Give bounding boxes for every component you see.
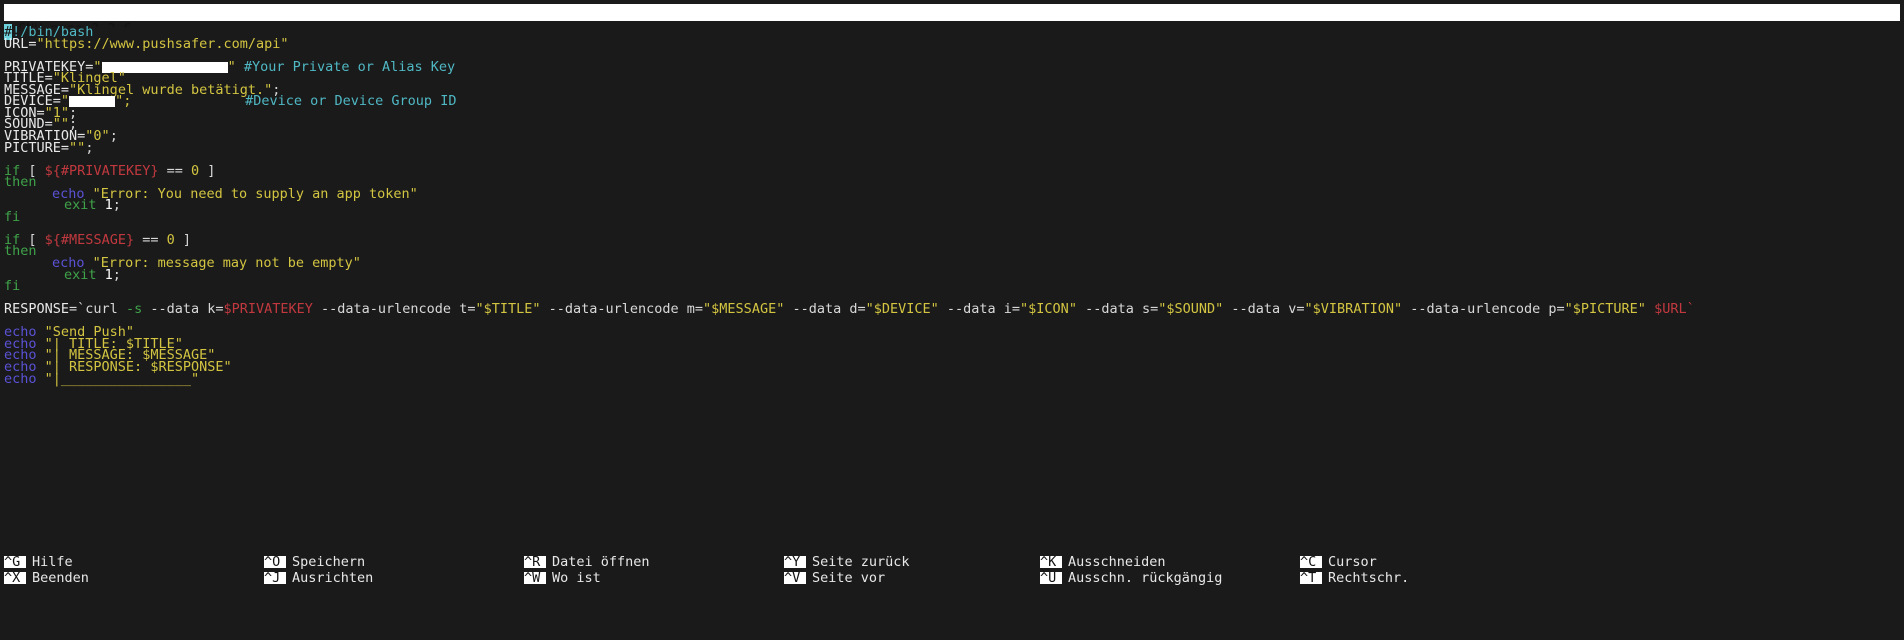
shortcut-key-badge: ^X bbox=[4, 571, 26, 585]
curl-arg-icon: "$ICON" bbox=[1020, 301, 1077, 318]
var-response-name: RESPONSE bbox=[4, 301, 70, 318]
echo-string-token-error: "Error: You need to supply an app token" bbox=[92, 185, 418, 202]
var-url-value: "https://www.pushsafer.com/api" bbox=[36, 35, 289, 52]
privatekey-comment: #Your Private or Alias Key bbox=[243, 58, 456, 75]
keyword-exit-1: exit bbox=[64, 197, 97, 214]
code-line-fi-2: fi bbox=[4, 278, 21, 295]
code-line-echo-error-message: echo "Error: message may not be empty" bbox=[4, 255, 361, 271]
curl-arg-picture: "$PICTURE" bbox=[1564, 301, 1646, 318]
code-line-response-curl: RESPONSE=`curl -s --data k=$PRIVATEKEY -… bbox=[4, 301, 1695, 318]
shortcut-key-badge: ^V bbox=[784, 571, 806, 585]
shortcut-key-badge: ^R bbox=[524, 555, 546, 569]
code-line-picture: PICTURE=""; bbox=[4, 139, 94, 156]
test-var-privatekey-length: ${#PRIVATEKEY} bbox=[44, 162, 159, 179]
privatekey-close-quote: " bbox=[227, 58, 236, 75]
code-line-echo-separator: echo "|________________" bbox=[4, 370, 200, 387]
code-line-exit-2: exit 1; bbox=[64, 266, 121, 283]
curl-flag-silent: -s bbox=[125, 301, 143, 318]
var-picture-value: "" bbox=[69, 139, 86, 156]
shortcut-key-badge: ^T bbox=[1300, 571, 1322, 585]
code-line-then-2: then bbox=[4, 245, 37, 259]
shortcut-key-badge: ^J bbox=[264, 571, 286, 585]
echo-string-separator: "|________________" bbox=[44, 370, 200, 387]
curl-arg-message: "$MESSAGE" bbox=[703, 301, 785, 318]
keyword-exit-2: exit bbox=[64, 266, 97, 283]
curl-arg-title: "$TITLE" bbox=[475, 301, 541, 318]
code-line-url: URL="https://www.pushsafer.com/api" bbox=[4, 35, 289, 52]
shortcut-bar: ^G Hilfe ^X Beenden ^O Speichern ^J Ausricht… bbox=[0, 552, 1904, 586]
curl-arg-vibration: "$VIBRATION" bbox=[1304, 301, 1403, 318]
shortcut-key-badge: ^Y bbox=[784, 555, 806, 569]
var-url-name: URL bbox=[4, 35, 29, 52]
shortcut-spell-check[interactable]: ^T Rechtschr. bbox=[1300, 571, 1620, 585]
shortcut-key-badge: ^U bbox=[1040, 571, 1062, 585]
editor-text-area[interactable]: #!/bin/bash URL="https://www.pushsafer.c… bbox=[0, 24, 1904, 547]
curl-arg-sound: "$SOUND" bbox=[1158, 301, 1224, 318]
curl-arg-url: $URL` bbox=[1654, 301, 1695, 318]
code-line-then-1: then bbox=[4, 175, 37, 189]
keyword-echo-out-5: echo bbox=[4, 370, 37, 387]
code-line-fi-1: fi bbox=[4, 208, 21, 225]
device-close-quote: "; bbox=[115, 93, 132, 110]
code-line-exit-1: exit 1; bbox=[64, 197, 121, 214]
device-comment: #Device or Device Group ID bbox=[245, 93, 457, 110]
curl-arg-privatekey: $PRIVATEKEY bbox=[223, 301, 313, 318]
shortcut-key-badge: ^C bbox=[1300, 555, 1322, 569]
shortcut-key-badge: ^G bbox=[4, 555, 26, 569]
shortcut-key-badge: ^K bbox=[1040, 555, 1062, 569]
shortcut-cursor-position[interactable]: ^C Cursor bbox=[1300, 555, 1620, 569]
curl-command: curl bbox=[85, 301, 126, 318]
test-var-message-length: ${#MESSAGE} bbox=[44, 231, 135, 248]
echo-string-message-error: "Error: message may not be empty" bbox=[92, 255, 361, 271]
keyword-fi-2: fi bbox=[4, 278, 21, 295]
shortcut-key-badge: ^O bbox=[264, 555, 286, 569]
titlebar: GNU nano 2.2.6 Datei: pushsafer_klingel.… bbox=[4, 4, 1900, 54]
shortcut-column-6: ^C Cursor ^T Rechtschr. bbox=[1300, 552, 1620, 586]
curl-arg-device: "$DEVICE" bbox=[865, 301, 939, 318]
var-picture-name: PICTURE bbox=[4, 139, 61, 156]
keyword-fi-1: fi bbox=[4, 208, 21, 225]
shortcut-key-badge: ^W bbox=[524, 571, 546, 585]
